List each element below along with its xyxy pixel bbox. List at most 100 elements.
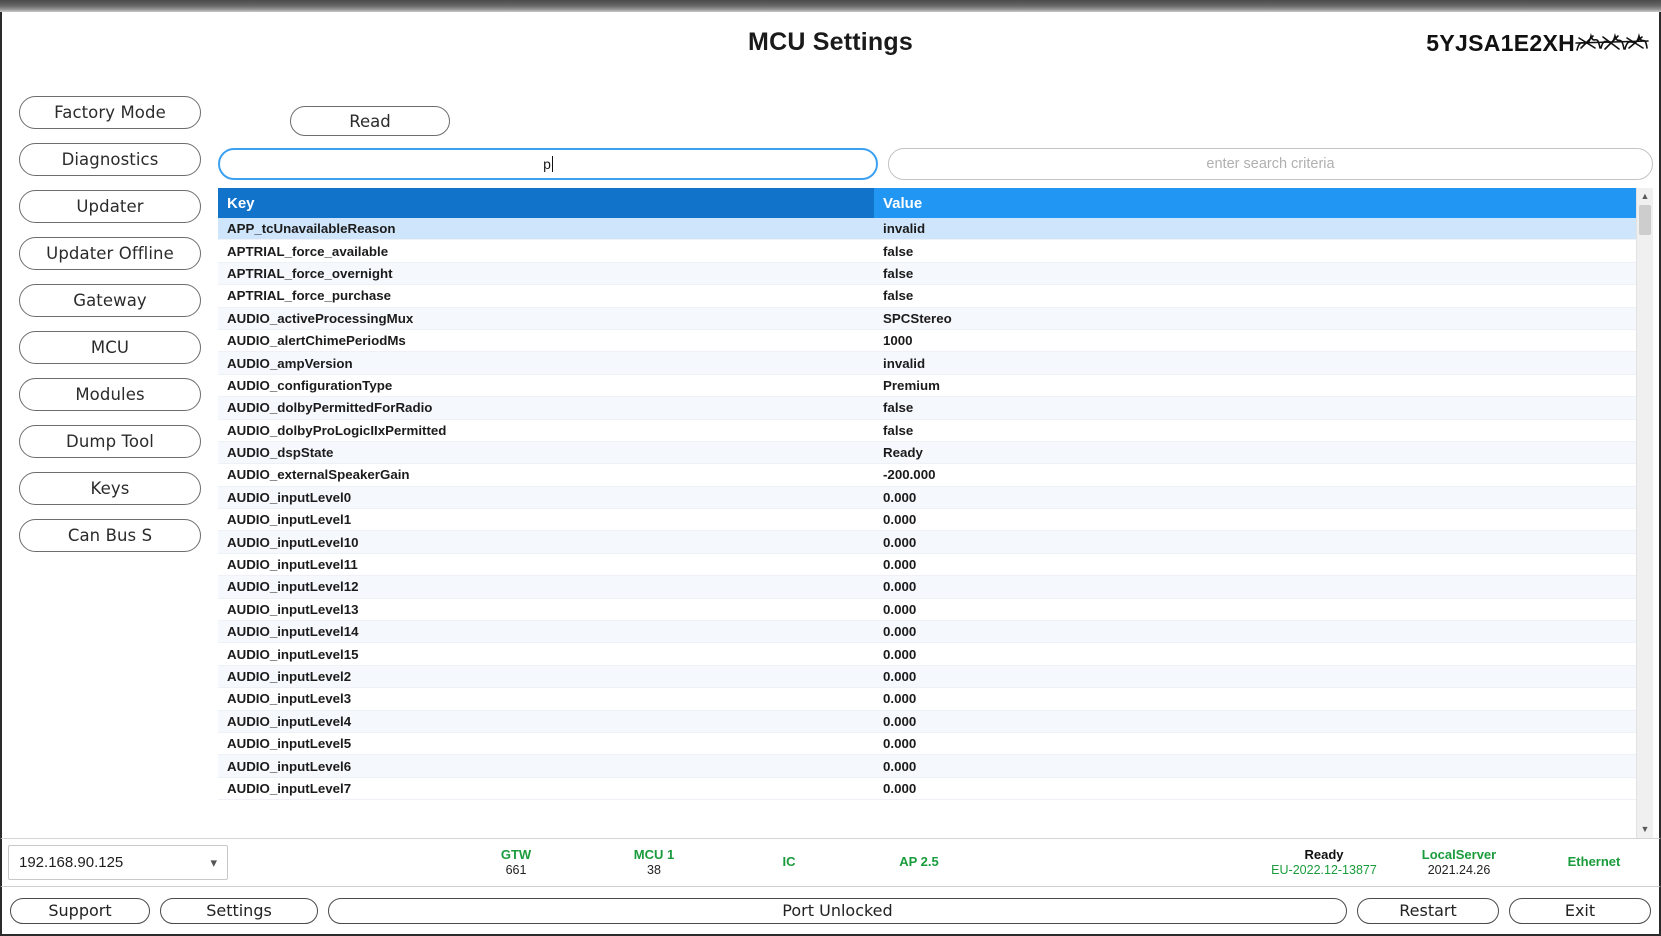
cell-value: 0.000 [883,691,917,707]
search-row: p enter search criteria [218,148,1653,188]
scroll-up-icon[interactable]: ▲ [1637,188,1653,205]
table-row[interactable]: AUDIO_activeProcessingMux SPCStereo [218,307,1636,330]
cell-value: 0.000 [883,758,917,774]
status-bar: 192.168.90.125 ▾ GTW 661 MCU 1 38 IC AP 2.5 Re… [0,838,1661,886]
status-indicator-label: AP 2.5 [899,854,939,870]
ip-address-select[interactable]: 192.168.90.125 ▾ [8,845,228,880]
page-title: MCU Settings [748,28,913,56]
vin-redaction-scribble [1575,30,1649,56]
status-indicator-label: Ready [1304,846,1344,862]
cell-key: AUDIO_externalSpeakerGain [227,467,410,483]
cell-key: AUDIO_inputLevel14 [227,624,359,640]
sidebar-item-updater[interactable]: Updater [19,190,201,223]
cell-value: 0.000 [883,601,917,617]
table-row[interactable]: AUDIO_externalSpeakerGain -200.000 [218,464,1636,487]
table-row[interactable]: AUDIO_inputLevel13 0.000 [218,598,1636,622]
support-button[interactable]: Support [10,897,150,924]
table-row[interactable]: AUDIO_inputLevel5 0.000 [218,732,1636,756]
cell-value: false [883,422,914,438]
exit-button[interactable]: Exit [1509,897,1651,924]
sidebar-item-dump-tool[interactable]: Dump Tool [19,425,201,458]
table-row[interactable]: AUDIO_inputLevel0 0.000 [218,486,1636,510]
table-row[interactable]: AUDIO_inputLevel7 0.000 [218,777,1636,801]
table-row[interactable]: AUDIO_inputLevel10 0.000 [218,531,1636,554]
status-indicator-label: GTW [500,846,532,862]
restart-button[interactable]: Restart [1357,897,1499,924]
cell-key: AUDIO_configurationType [227,377,393,393]
mcu-settings-window: MCU Settings 5YJSA1E2XH Factory Mode Dia… [0,0,1661,936]
value-search-input[interactable]: enter search criteria [888,148,1653,180]
sidebar-item-diagnostics[interactable]: Diagnostics [19,143,201,176]
status-indicator-sublabel: 661 [505,862,527,877]
cell-key: APTRIAL_force_available [227,243,389,259]
table-row[interactable]: APP_tcUnavailableReason invalid [218,218,1636,241]
scroll-down-icon[interactable]: ▼ [1637,821,1653,838]
cell-key: AUDIO_inputLevel2 [227,669,352,684]
chevron-down-icon: ▾ [210,854,217,870]
table-row[interactable]: AUDIO_inputLevel1 0.000 [218,509,1636,532]
table-row[interactable]: AUDIO_inputLevel15 0.000 [218,643,1636,666]
table-row[interactable]: AUDIO_configurationType Premium [218,374,1636,398]
scrollbar-track[interactable] [1637,205,1653,821]
cell-key: AUDIO_inputLevel1 [227,512,352,528]
sidebar-item-updater-offline[interactable]: Updater Offline [19,237,201,270]
table-row[interactable]: APTRIAL_force_overnight false [218,262,1636,286]
table-row[interactable]: AUDIO_inputLevel11 0.000 [218,553,1636,577]
table-row[interactable]: AUDIO_inputLevel14 0.000 [218,621,1636,644]
vehicle-vin: 5YJSA1E2XH [1426,30,1649,57]
cell-key: APTRIAL_force_purchase [227,288,392,304]
status-indicators: GTW 661 MCU 1 38 IC AP 2.5 Ready EU-2022.12-138… [228,839,1659,886]
table-row[interactable]: AUDIO_ampVersion invalid [218,352,1636,375]
table-row[interactable]: AUDIO_dolbyProLogicIIxPermitted false [218,419,1636,442]
status-indicator: Ready EU-2022.12-13877 [1271,847,1377,879]
window-titlebar [0,0,1661,12]
table-row[interactable]: AUDIO_alertChimePeriodMs 1000 [218,329,1636,353]
cell-key: AUDIO_inputLevel6 [227,758,352,774]
cell-key: AUDIO_activeProcessingMux [227,310,414,326]
sidebar-item-gateway[interactable]: Gateway [19,284,201,317]
status-indicator-sublabel: EU-2022.12-13877 [1271,862,1377,877]
port-status-field[interactable]: Port Unlocked [328,897,1347,924]
column-header-value[interactable]: Value [874,188,1636,218]
table-row[interactable]: AUDIO_inputLevel6 0.000 [218,755,1636,778]
status-indicator: AP 2.5 [899,854,939,870]
status-indicator: LocalServer 2021.24.26 [1422,847,1496,879]
cell-key: AUDIO_alertChimePeriodMs [227,333,406,349]
key-search-input[interactable]: p [218,148,878,180]
key-search-value: p [543,156,551,172]
table-vertical-scrollbar[interactable]: ▲ ▼ [1636,188,1653,838]
cell-key: AUDIO_dolbyProLogicIIxPermitted [227,422,447,438]
table-row[interactable]: AUDIO_dolbyPermittedForRadio false [218,397,1636,420]
sidebar-item-modules[interactable]: Modules [19,378,201,411]
sidebar-item-can-bus-s[interactable]: Can Bus S [19,519,201,552]
cell-value: false [883,400,914,416]
cell-value: false [883,243,914,259]
sidebar-item-factory-mode[interactable]: Factory Mode [19,96,201,129]
sidebar-item-keys[interactable]: Keys [19,472,201,505]
vin-visible-text: 5YJSA1E2XH [1426,30,1575,56]
cell-key: AUDIO_inputLevel15 [227,646,359,662]
cell-key: APP_tcUnavailableReason [227,221,396,237]
column-header-key[interactable]: Key [218,188,874,218]
cell-value: false [883,265,914,281]
cell-value: Premium [883,377,940,393]
scrollbar-thumb[interactable] [1639,205,1651,235]
table-header-row: Key Value [218,188,1636,218]
table-row[interactable]: AUDIO_inputLevel2 0.000 [218,665,1636,689]
cell-value: 0.000 [883,780,917,796]
cell-value: 0.000 [883,557,917,573]
table-row[interactable]: AUDIO_inputLevel3 0.000 [218,688,1636,711]
cell-value: -200.000 [883,467,936,483]
cell-value: 0.000 [883,489,917,505]
table-row[interactable]: AUDIO_inputLevel4 0.000 [218,710,1636,733]
cell-value: 0.000 [883,669,917,684]
table-row[interactable]: APTRIAL_force_available false [218,240,1636,263]
read-button[interactable]: Read [290,106,450,136]
table-row[interactable]: APTRIAL_force_purchase false [218,285,1636,308]
table-row[interactable]: AUDIO_inputLevel12 0.000 [218,576,1636,599]
table-row[interactable]: AUDIO_dspState Ready [218,441,1636,465]
sidebar-item-mcu[interactable]: MCU [19,331,201,364]
cell-value: SPCStereo [883,310,952,326]
bottom-action-bar: Support Settings Port Unlocked Restart E… [0,886,1661,936]
settings-button[interactable]: Settings [160,897,318,924]
